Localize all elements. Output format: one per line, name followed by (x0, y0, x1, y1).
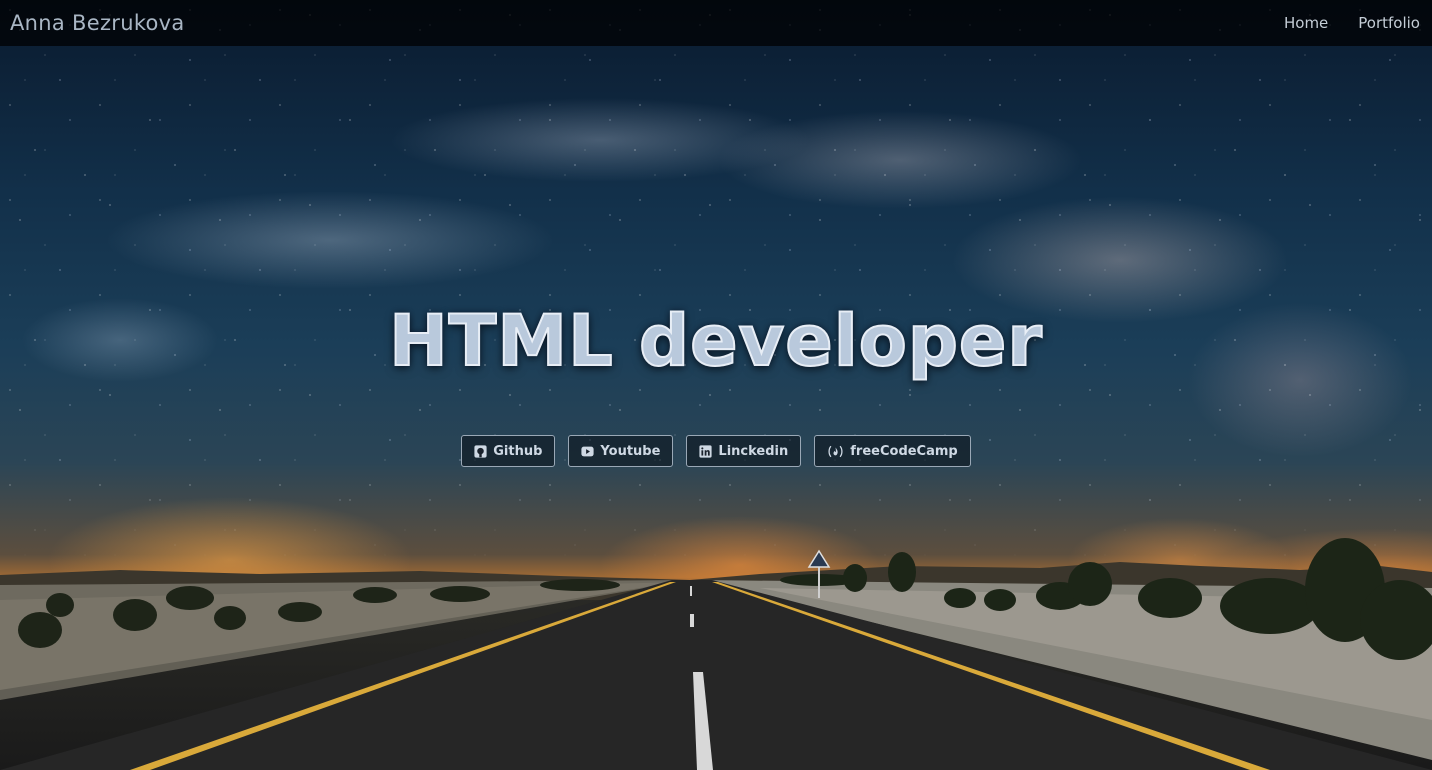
youtube-icon (581, 446, 595, 456)
linkedin-icon (699, 444, 713, 458)
nav-link-portfolio[interactable]: Portfolio (1358, 14, 1420, 32)
freecodecamp-button[interactable]: freeCodeCamp (814, 435, 971, 467)
social-links: Github Youtube Linckedin freeCodeCamp (0, 435, 1432, 467)
nav-links: Home Portfolio (1284, 14, 1420, 32)
nav-link-home[interactable]: Home (1284, 14, 1328, 32)
youtube-label: Youtube (600, 443, 661, 459)
background-image (0, 0, 1432, 770)
github-icon (474, 444, 487, 458)
linkedin-button[interactable]: Linckedin (686, 435, 802, 467)
github-label: Github (493, 443, 543, 459)
desert-road (0, 538, 1432, 770)
navbar: Anna Bezrukova Home Portfolio (0, 0, 1432, 46)
freecodecamp-icon (828, 445, 843, 457)
freecodecamp-label: freeCodeCamp (850, 443, 958, 459)
youtube-button[interactable]: Youtube (568, 435, 674, 467)
github-button[interactable]: Github (461, 435, 556, 467)
brand-name[interactable]: Anna Bezrukova (10, 11, 185, 35)
hero-title: HTML developer (388, 299, 1043, 383)
linkedin-label: Linckedin (718, 443, 789, 459)
